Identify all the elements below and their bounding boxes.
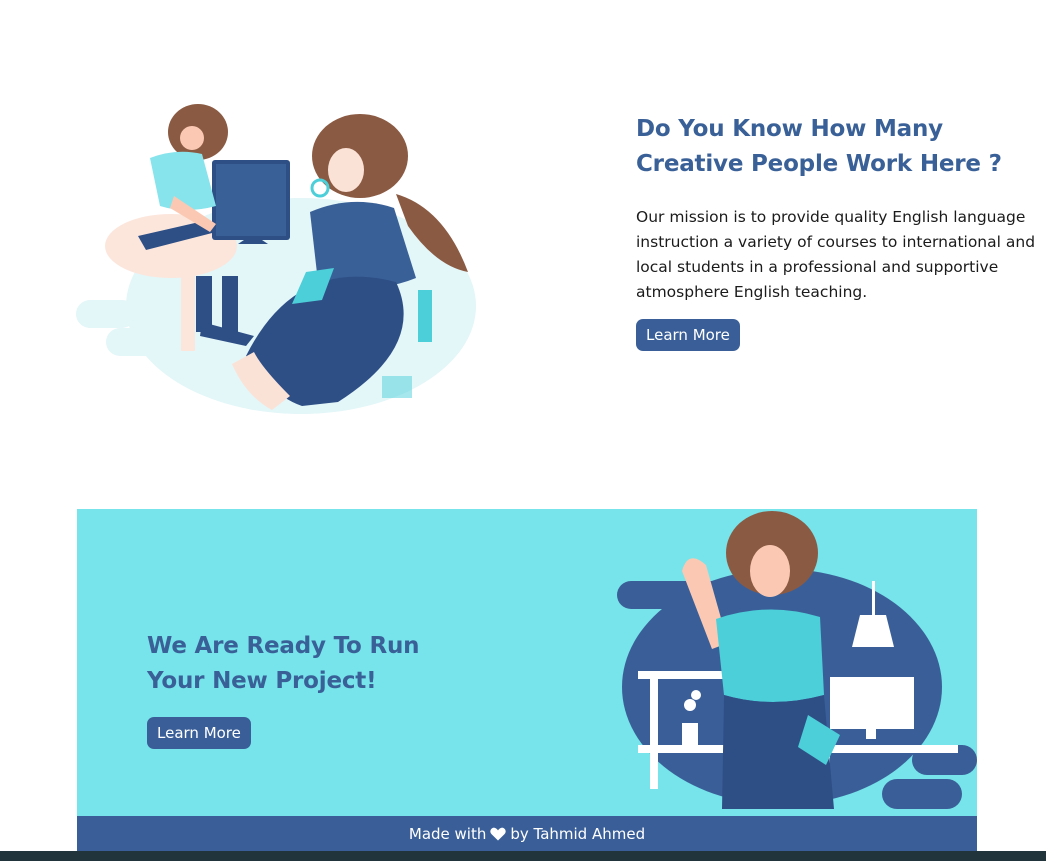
office-workers-illustration [76,104,476,414]
project-content: We Are Ready To Run Your New Project! Le… [147,629,467,749]
waving-woman-illustration [617,511,977,809]
project-section: We Are Ready To Run Your New Project! Le… [77,509,977,816]
footer: Made with by Tahmid Ahmed [77,816,977,851]
about-learn-more-button[interactable]: Learn More [636,319,740,351]
about-content: Do You Know How Many Creative People Wor… [636,112,1036,351]
project-learn-more-button[interactable]: Learn More [147,717,251,749]
page-bottom-bar [0,851,1046,861]
project-heading-line-2: Your New Project! [147,668,377,694]
footer-text-author: by Tahmid Ahmed [510,824,646,843]
about-heading-line-1: Do You Know How Many [636,116,943,142]
heart-icon [490,827,507,840]
project-heading: We Are Ready To Run Your New Project! [147,629,467,699]
about-section: Do You Know How Many Creative People Wor… [0,0,1046,509]
about-description: Our mission is to provide quality Englis… [636,208,1036,301]
project-heading-line-1: We Are Ready To Run [147,633,420,659]
about-heading: Do You Know How Many Creative People Wor… [636,112,1036,182]
about-heading-line-2: Creative People Work Here ? [636,151,1002,177]
footer-text-prefix: Made with [408,824,487,843]
